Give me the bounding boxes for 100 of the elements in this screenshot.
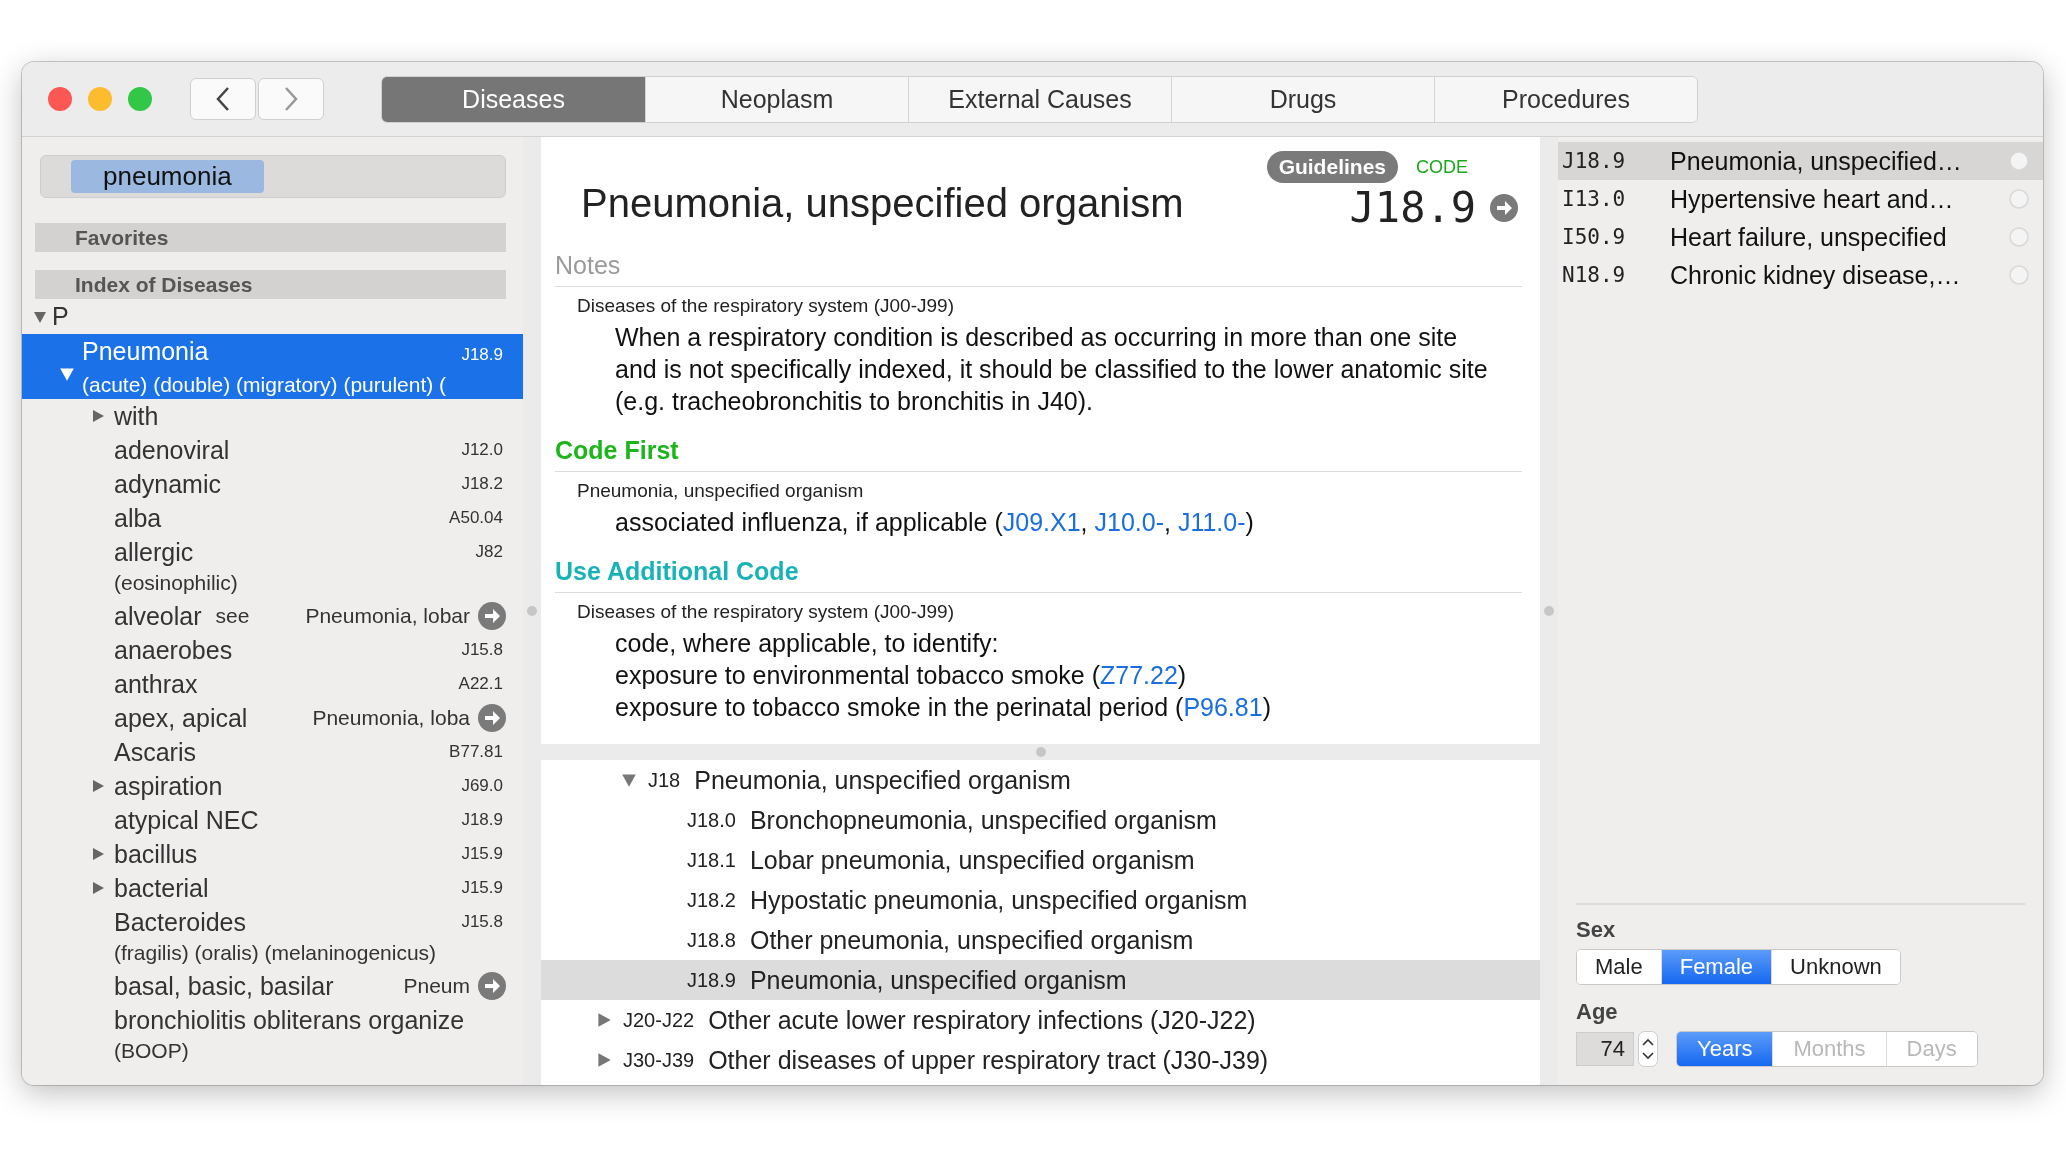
index-entry-row[interactable]: Pneumonia J18.9 (acute) (double) (migratory) (purulent) ( bbox=[22, 334, 523, 399]
code-title: Pneumonia, unspecified organism bbox=[580, 181, 1184, 227]
disclosure-triangle-icon[interactable] bbox=[595, 1051, 613, 1069]
disclosure-triangle-icon[interactable] bbox=[90, 880, 106, 896]
tab[interactable]: Neoplasm bbox=[645, 76, 908, 122]
index-term[interactable]: with bbox=[114, 401, 159, 431]
see-reference[interactable]: Pneumonia, lobar bbox=[305, 604, 470, 628]
code-label: J18.0 bbox=[687, 808, 736, 832]
sex-option[interactable]: Unknown bbox=[1771, 950, 1900, 984]
index-term[interactable]: Ascaris bbox=[114, 737, 196, 767]
index-term[interactable]: adenoviral bbox=[114, 435, 230, 465]
code-description: Chronic kidney disease,… bbox=[1670, 260, 1962, 290]
age-label: Age bbox=[1576, 999, 1619, 1025]
arrow-right-icon[interactable] bbox=[478, 602, 506, 630]
code-description: Pneumonia, unspecified organism bbox=[694, 765, 1071, 795]
radio-circle-icon[interactable] bbox=[2009, 227, 2029, 247]
tab[interactable]: Diseases bbox=[382, 76, 645, 122]
tree-row[interactable]: J18.0 Bronchopneumonia, unspecified organism bbox=[541, 800, 1540, 840]
code-label: I50.9 bbox=[1562, 225, 1627, 249]
term-modifiers: (eosinophilic) bbox=[113, 570, 239, 596]
recent-code-row[interactable]: I50.9 Heart failure, unspecified bbox=[1558, 218, 2043, 256]
index-term[interactable]: basal, basic, basilar bbox=[114, 971, 334, 1001]
disclosure-triangle-icon[interactable] bbox=[620, 771, 638, 789]
code-value: J18.9 bbox=[1349, 183, 1476, 232]
index-term[interactable]: apex, apical bbox=[114, 703, 248, 733]
index-term[interactable]: aspiration bbox=[114, 771, 223, 801]
code-label: J15.8 bbox=[461, 640, 503, 660]
recent-code-row[interactable]: J18.9 Pneumonia, unspecified… bbox=[1558, 142, 2043, 180]
disclosure-triangle-icon[interactable] bbox=[90, 778, 106, 794]
tree-row[interactable]: J30-J39 Other diseases of upper respiratory tract (J30-J39) bbox=[541, 1040, 1540, 1080]
code-label: N18.9 bbox=[1562, 263, 1627, 287]
index-term[interactable]: Bacteroides bbox=[114, 907, 247, 937]
radio-circle-icon[interactable] bbox=[2009, 151, 2029, 171]
index-term[interactable]: anthrax bbox=[114, 669, 198, 699]
radio-circle-icon[interactable] bbox=[2009, 265, 2029, 285]
recent-code-row[interactable]: I13.0 Hypertensive heart and… bbox=[1558, 180, 2043, 218]
note-text: When a respiratory condition is described as occurring in more than one site and is not specifically indexed, it should be classified to the lower anatomic site (e.g. tracheobronchitis to bronchitis in J40). bbox=[614, 322, 1489, 417]
code-description: Hypostatic pneumonia, unspecified organism bbox=[749, 885, 1248, 915]
splitter-handle-icon[interactable] bbox=[527, 606, 537, 616]
code-label: J69.0 bbox=[461, 776, 503, 796]
code-description: Other pneumonia, unspecified organism bbox=[749, 925, 1194, 955]
guidelines-button[interactable]: Guidelines bbox=[1266, 151, 1398, 183]
term-modifiers: (acute) (double) (migratory) (purulent) ( bbox=[82, 372, 448, 398]
sex-option[interactable]: Female bbox=[1660, 950, 1772, 984]
age-field[interactable]: 74 bbox=[1576, 1032, 1634, 1066]
close-window-icon[interactable] bbox=[48, 87, 72, 111]
tree-row[interactable]: J18.1 Lobar pneumonia, unspecified organism bbox=[541, 840, 1540, 880]
code-link[interactable]: J10.0- bbox=[1094, 508, 1164, 536]
index-term[interactable]: alba bbox=[114, 503, 162, 533]
tree-row[interactable]: J20-J22 Other acute lower respiratory infections (J20-J22) bbox=[541, 1000, 1540, 1040]
arrow-right-icon[interactable] bbox=[1490, 193, 1518, 222]
see-reference[interactable]: Pneumonia, loba bbox=[312, 706, 470, 730]
source-label: Diseases of the respiratory system (J00-J99) bbox=[576, 600, 955, 624]
code-link[interactable]: Z77.22 bbox=[1100, 661, 1178, 689]
tree-row[interactable]: J18 Pneumonia, unspecified organism bbox=[541, 760, 1540, 800]
tree-row[interactable]: J18.8 Other pneumonia, unspecified organism bbox=[541, 920, 1540, 960]
disclosure-triangle-icon[interactable] bbox=[90, 408, 106, 424]
code-label: J18.2 bbox=[687, 888, 736, 912]
index-term[interactable]: adynamic bbox=[114, 469, 221, 499]
index-term[interactable]: atypical NEC bbox=[114, 805, 259, 835]
code-link[interactable]: J09.X1 bbox=[1002, 508, 1081, 536]
age-unit-option[interactable]: Years bbox=[1677, 1032, 1773, 1066]
index-term[interactable]: alveolar bbox=[114, 601, 202, 631]
code-link[interactable]: J11.0- bbox=[1177, 508, 1246, 536]
section-header[interactable]: Favorites bbox=[35, 223, 506, 252]
arrow-right-icon[interactable] bbox=[478, 704, 506, 732]
back-button[interactable] bbox=[190, 78, 256, 120]
stepper-icon[interactable] bbox=[1638, 1031, 1658, 1067]
index-term[interactable]: bacillus bbox=[114, 839, 198, 869]
code-label: J82 bbox=[475, 542, 503, 562]
chevron-left-icon bbox=[215, 86, 231, 112]
code-label: J18.8 bbox=[687, 928, 736, 952]
splitter-handle-icon[interactable] bbox=[1035, 747, 1046, 757]
code-label: B77.81 bbox=[449, 742, 503, 762]
arrow-right-icon[interactable] bbox=[478, 972, 506, 1000]
recent-code-row[interactable]: N18.9 Chronic kidney disease,… bbox=[1558, 256, 2043, 294]
code-label: I13.0 bbox=[1562, 187, 1627, 211]
tab[interactable]: Procedures bbox=[1434, 76, 1697, 122]
tab[interactable]: External Causes bbox=[908, 76, 1171, 122]
term-modifiers: (fragilis) (oralis) (melaninogenicus) bbox=[113, 940, 438, 966]
index-term[interactable]: bacterial bbox=[114, 873, 209, 903]
disclosure-triangle-icon[interactable] bbox=[595, 1011, 613, 1029]
radio-circle-icon[interactable] bbox=[2009, 189, 2029, 209]
tab[interactable]: Drugs bbox=[1171, 76, 1434, 122]
section-header[interactable]: Index of Diseases bbox=[35, 270, 506, 299]
splitter-handle-icon[interactable] bbox=[1544, 606, 1554, 616]
sex-label: Sex bbox=[1576, 917, 1617, 943]
code-label: J30-J39 bbox=[623, 1048, 695, 1072]
code-description: Hypertensive heart and… bbox=[1670, 184, 1955, 214]
code-label: J12.0 bbox=[461, 440, 503, 460]
index-term[interactable]: bronchiolitis obliterans organize bbox=[114, 1005, 465, 1035]
index-term[interactable]: anaerobes bbox=[114, 635, 233, 665]
tree-row[interactable]: J18.9 Pneumonia, unspecified organism bbox=[541, 960, 1540, 1000]
index-term[interactable]: allergic bbox=[114, 537, 194, 567]
note-text: exposure to tobacco smoke in the perinatal period (P96.81) bbox=[614, 692, 1272, 723]
code-link[interactable]: P96.81 bbox=[1183, 693, 1263, 721]
disclosure-triangle-icon[interactable] bbox=[90, 846, 106, 862]
tree-row[interactable]: J18.2 Hypostatic pneumonia, unspecified organism bbox=[541, 880, 1540, 920]
search-field[interactable]: pneumonia bbox=[40, 155, 506, 198]
see-reference[interactable]: Pneum bbox=[403, 974, 470, 998]
